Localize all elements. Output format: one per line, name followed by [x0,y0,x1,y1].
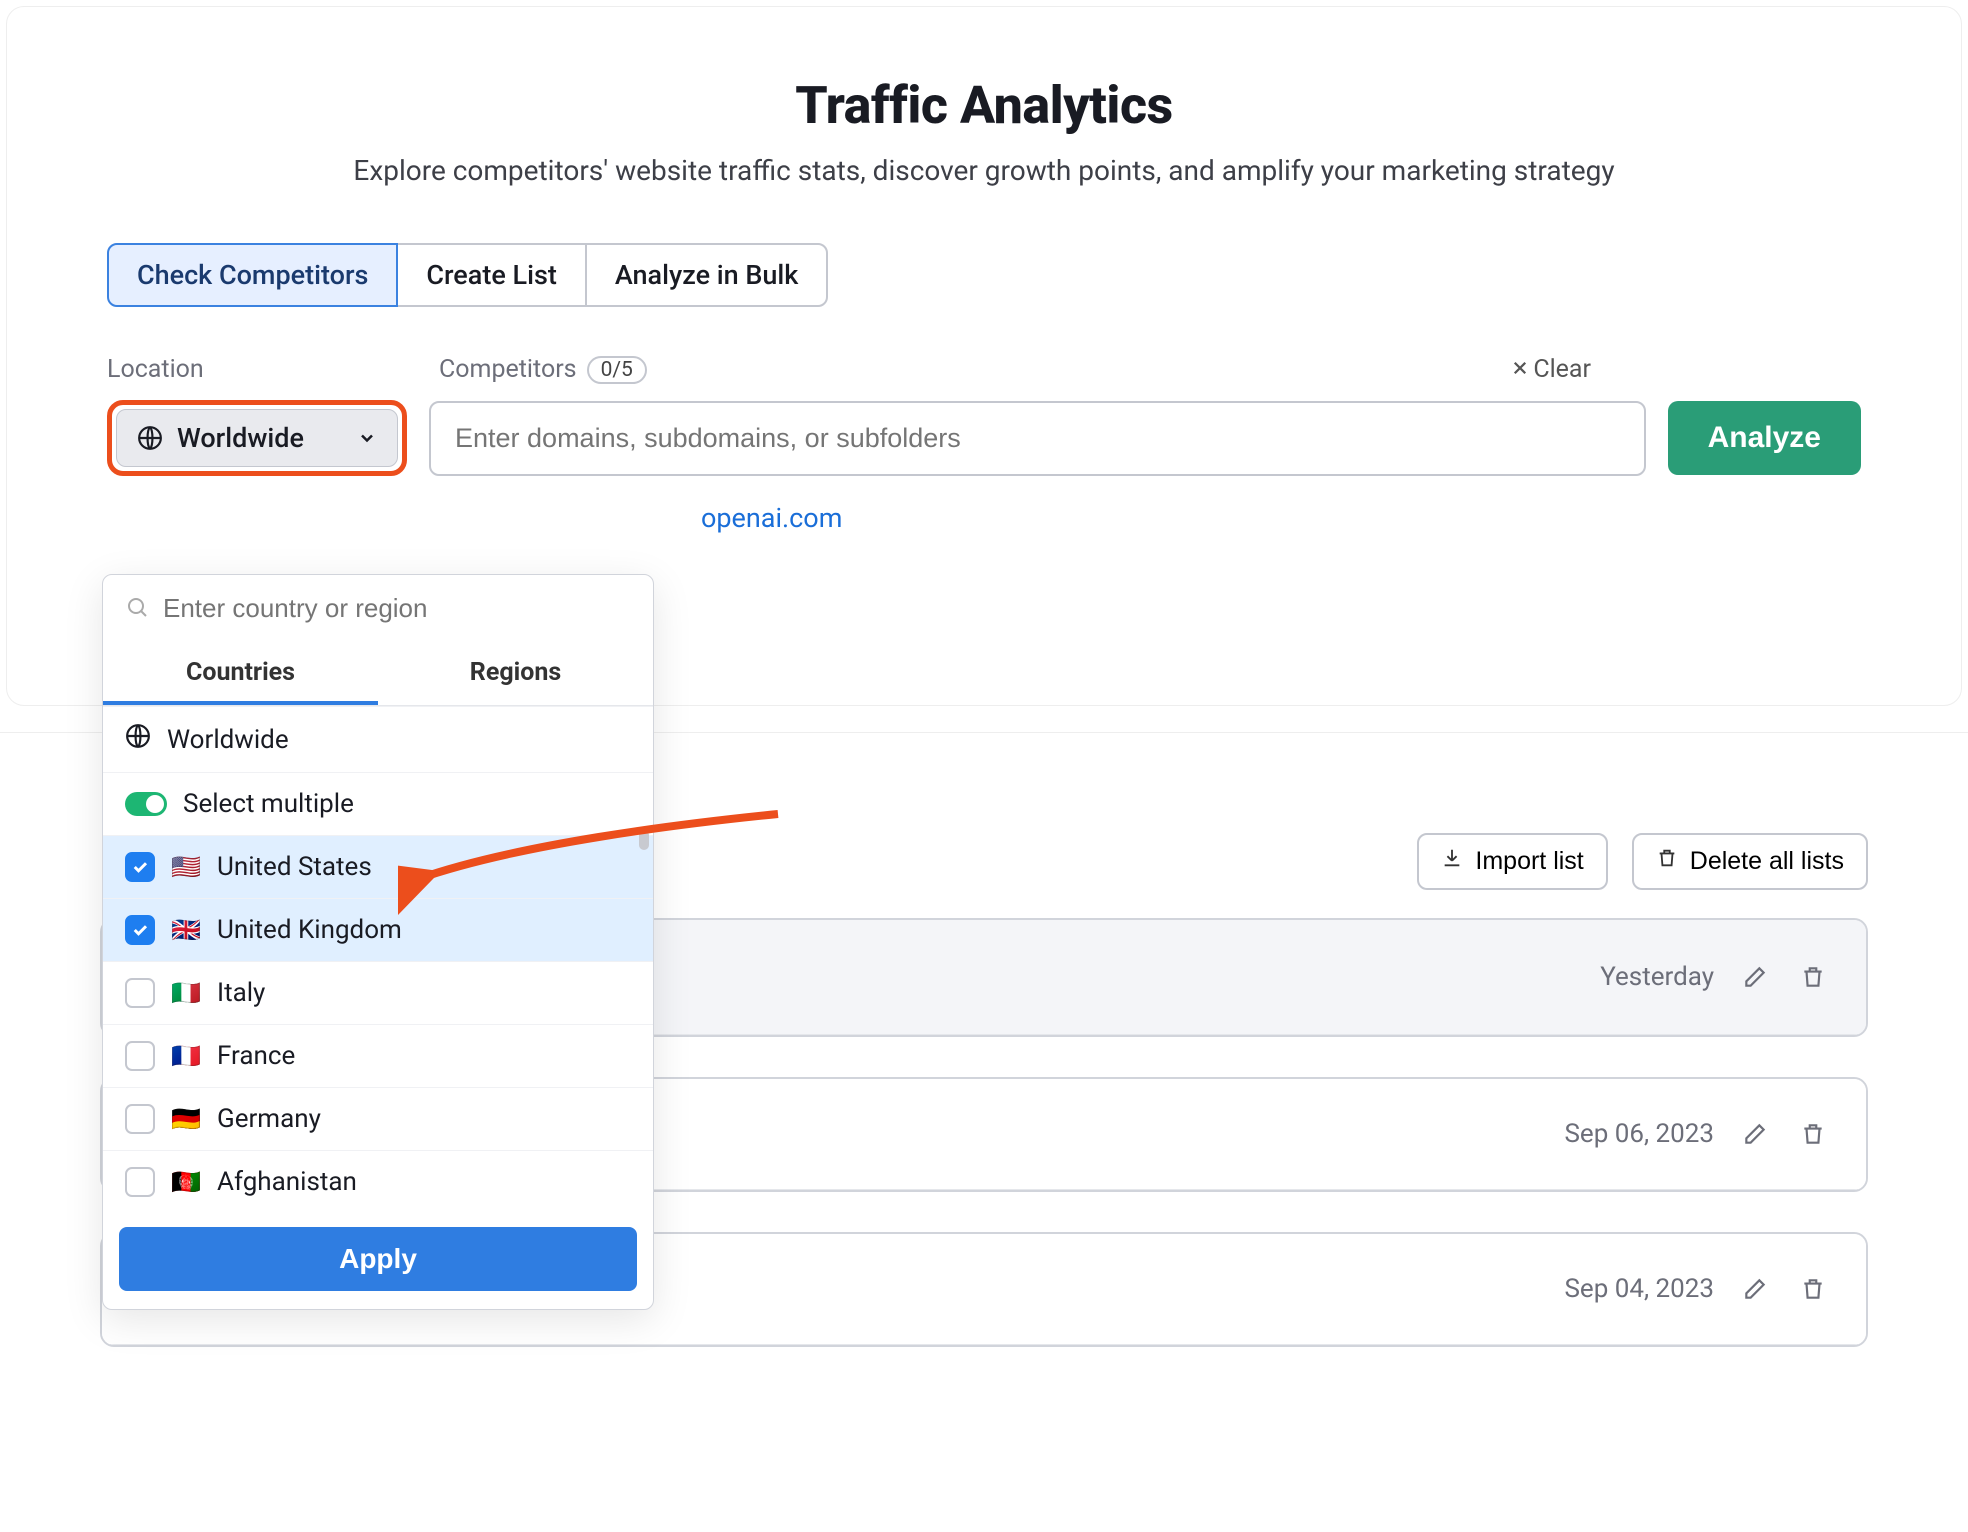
search-icon [125,595,149,623]
option-germany[interactable]: 🇩🇪 Germany [103,1087,653,1150]
option-italy[interactable]: 🇮🇹 Italy [103,961,653,1024]
chevron-down-icon [357,428,377,448]
toggle-icon [125,792,167,816]
checkbox-icon [125,1167,155,1197]
edit-button[interactable] [1738,960,1772,994]
location-label: Location [107,355,439,384]
flag-icon: 🇦🇫 [171,1168,201,1196]
location-button-label: Worldwide [177,422,304,454]
checkbox-icon [125,1041,155,1071]
import-list-button[interactable]: Import list [1417,833,1607,890]
country-search-input[interactable] [163,593,631,624]
flag-icon: 🇩🇪 [171,1105,201,1133]
competitors-count-badge: 0/5 [587,356,647,384]
controls-row: Worldwide Analyze [107,400,1861,476]
competitors-label: Competitors [439,355,577,384]
download-icon [1441,847,1463,876]
list-date: Sep 04, 2023 [1564,1274,1714,1304]
flag-icon: 🇬🇧 [171,916,201,944]
clear-button[interactable]: Clear [1511,355,1591,384]
page-subtitle: Explore competitors' website traffic sta… [107,154,1861,187]
globe-icon [125,723,151,756]
apply-button[interactable]: Apply [119,1227,637,1291]
delete-button[interactable] [1796,1117,1830,1151]
page-title: Traffic Analytics [107,75,1861,136]
select-multiple-toggle-row[interactable]: Select multiple [103,772,653,835]
checkbox-icon [125,978,155,1008]
delete-button[interactable] [1796,960,1830,994]
flag-icon: 🇮🇹 [171,979,201,1007]
competitors-input[interactable] [429,401,1646,476]
suggestion-link[interactable]: openai.com [701,502,1861,534]
checkbox-icon [125,1104,155,1134]
tab-analyze-bulk[interactable]: Analyze in Bulk [585,243,829,307]
flag-icon: 🇺🇸 [171,853,201,881]
location-dropdown-panel: Countries Regions Worldwide Select multi… [102,574,654,1310]
option-afghanistan[interactable]: 🇦🇫 Afghanistan [103,1150,653,1213]
trash-icon [1656,847,1678,876]
edit-button[interactable] [1738,1272,1772,1306]
globe-icon [137,425,163,451]
option-worldwide[interactable]: Worldwide [103,706,653,772]
analyze-button[interactable]: Analyze [1668,401,1861,475]
option-france[interactable]: 🇫🇷 France [103,1024,653,1087]
edit-button[interactable] [1738,1117,1772,1151]
dropdown-tab-countries[interactable]: Countries [103,642,378,705]
dropdown-tab-regions[interactable]: Regions [378,642,653,705]
mode-tabs: Check Competitors Create List Analyze in… [107,243,1861,307]
list-date: Yesterday [1600,962,1714,992]
labels-row: Location Competitors 0/5 Clear [107,355,1861,384]
option-united-kingdom[interactable]: 🇬🇧 United Kingdom [103,898,653,961]
delete-all-lists-button[interactable]: Delete all lists [1632,833,1868,890]
close-icon [1511,355,1529,384]
tab-create-list[interactable]: Create List [396,243,586,307]
tab-check-competitors[interactable]: Check Competitors [107,243,398,307]
scrollbar-thumb[interactable] [639,830,649,850]
location-dropdown-button[interactable]: Worldwide [116,409,398,467]
location-highlight: Worldwide [107,400,407,476]
checkbox-icon [125,915,155,945]
list-date: Sep 06, 2023 [1564,1119,1714,1149]
checkbox-icon [125,852,155,882]
delete-button[interactable] [1796,1272,1830,1306]
option-united-states[interactable]: 🇺🇸 United States [103,835,653,898]
flag-icon: 🇫🇷 [171,1042,201,1070]
country-list[interactable]: Worldwide Select multiple 🇺🇸 United Stat… [103,706,653,1213]
